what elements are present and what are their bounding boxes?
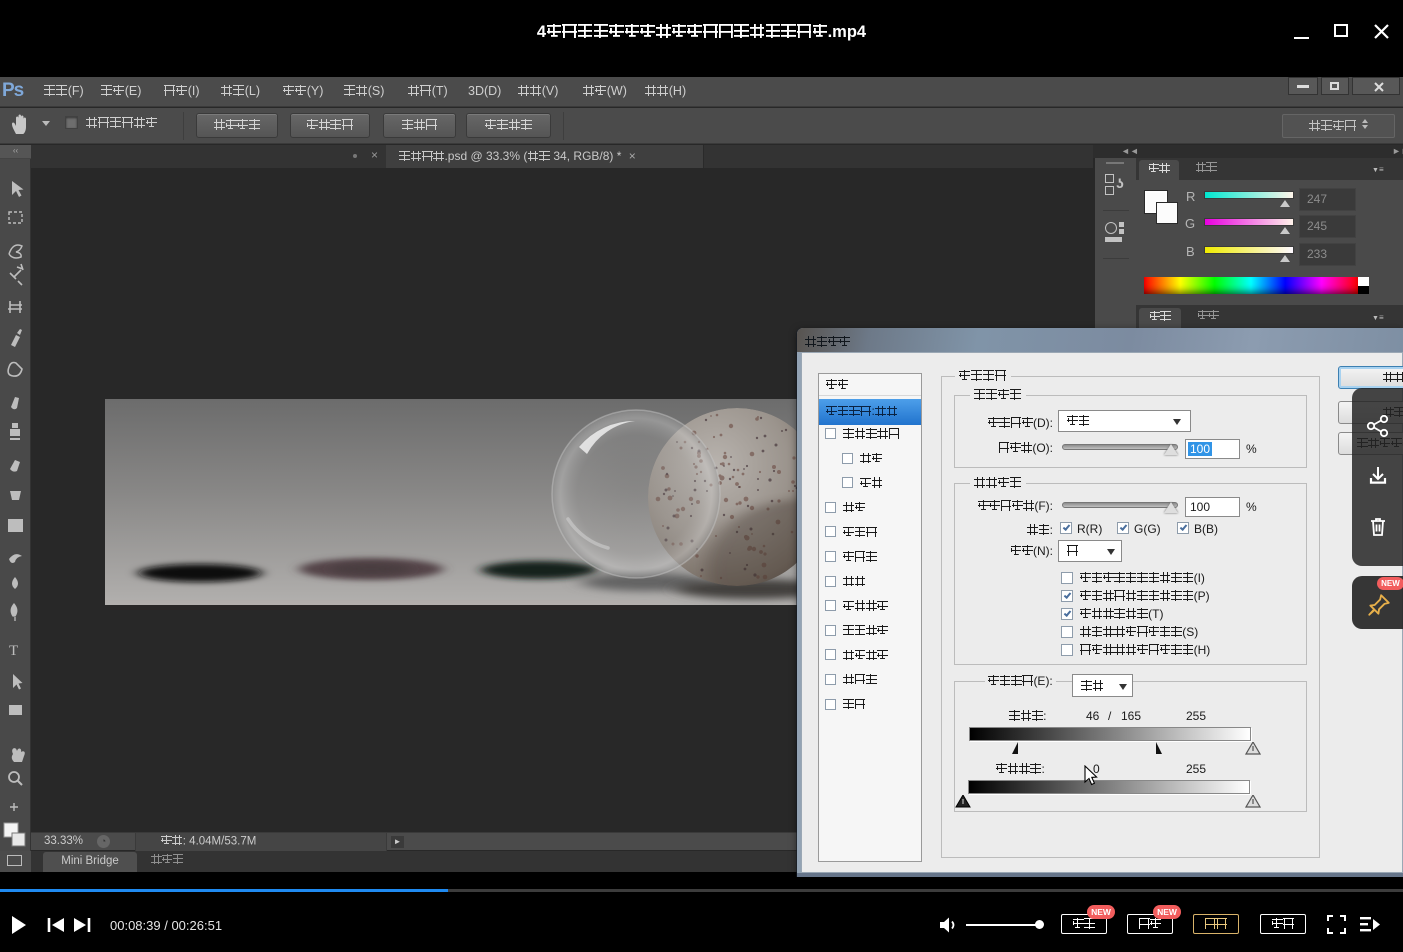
svg-text:T: T <box>9 643 18 659</box>
